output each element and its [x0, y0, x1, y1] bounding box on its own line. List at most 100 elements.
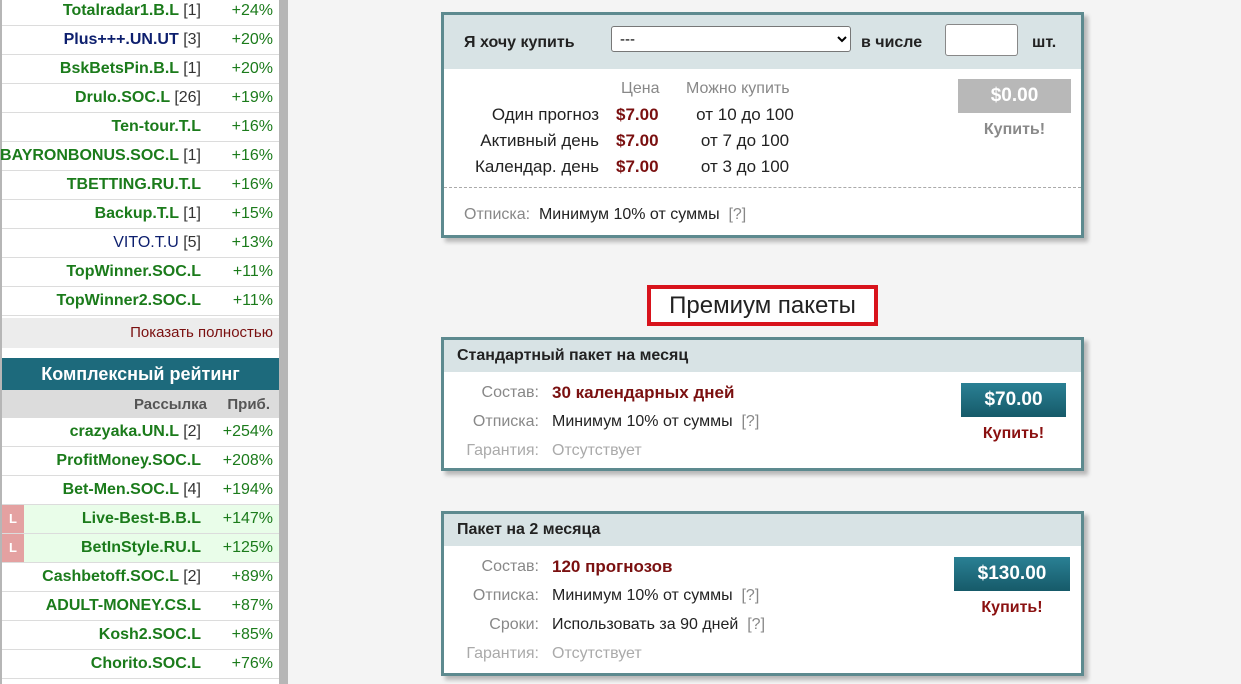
- unsubscribe-value: Минимум 10% от суммы [?]: [552, 587, 759, 605]
- rating-row[interactable]: ProfitMoney.SOC.L +208%: [2, 447, 279, 476]
- rating-row[interactable]: Backup.T.L [1] +15%: [2, 200, 279, 229]
- mailing-name-link[interactable]: Totalradar1.B.L [1]: [63, 2, 201, 20]
- total-amount-button[interactable]: $0.00: [958, 79, 1071, 113]
- terms-label: Сроки:: [489, 616, 539, 633]
- composition-value: 30 календарных дней: [552, 383, 735, 402]
- profit-value: +76%: [231, 655, 273, 672]
- rating-row[interactable]: Chorito.SOC.L +76%: [2, 650, 279, 679]
- mailing-name-link[interactable]: Cashbetoff.SOC.L [2]: [42, 568, 201, 586]
- premium-packages-title: Премиум пакеты: [647, 285, 878, 326]
- mailing-name: Chorito.SOC.L: [90, 655, 201, 672]
- quantity-label: в числе: [861, 34, 923, 51]
- price-row-label: Календар. день: [474, 157, 599, 176]
- mailing-name-link[interactable]: TBETTING.RU.T.L: [67, 176, 201, 194]
- mailing-name-link[interactable]: ADULT-MONEY.CS.L: [46, 597, 201, 615]
- show-full-link[interactable]: Показать полностью: [2, 318, 279, 348]
- mailing-name-link[interactable]: ProfitMoney.SOC.L: [56, 452, 201, 470]
- mailing-name: TopWinner2.SOC.L: [56, 292, 201, 309]
- pcs-label: шт.: [1032, 34, 1057, 51]
- price-row-label: Один прогноз: [491, 105, 599, 124]
- mailing-count: [1]: [183, 2, 201, 19]
- rating-row[interactable]: crazyaka.UN.L [2] +254%: [2, 418, 279, 447]
- live-badge: L: [2, 534, 24, 562]
- mailing-name: Live-Best-B.B.L: [81, 510, 201, 527]
- rating-row[interactable]: Totalradar1.B.L [1] +24%: [2, 0, 279, 26]
- profit-value: +16%: [231, 147, 273, 164]
- guarantee-label: Гарантия:: [466, 442, 539, 459]
- unsubscribe-text: Минимум 10% от суммы: [552, 413, 733, 430]
- buy-button-disabled[interactable]: Купить!: [958, 121, 1071, 139]
- package-card-month: Стандартный пакет на месяц Состав: 30 ка…: [441, 337, 1084, 471]
- buy-package-button[interactable]: Купить!: [961, 425, 1066, 443]
- complex-rating-columns: Рассылка Приб.: [2, 390, 279, 418]
- mailing-name-link[interactable]: BskBetsPin.B.L [1]: [60, 60, 201, 78]
- mailing-name-link[interactable]: BAYRONBONUS.SOC.L [1]: [0, 147, 201, 165]
- help-link[interactable]: [?]: [741, 587, 759, 604]
- guarantee-value: Отсутствует: [552, 645, 642, 662]
- help-link[interactable]: [?]: [728, 206, 746, 223]
- rating-row[interactable]: Plus+++.UN.UT [3] +20%: [2, 26, 279, 55]
- buy-package-button[interactable]: Купить!: [954, 599, 1070, 617]
- mailing-count: [1]: [183, 147, 201, 164]
- mailing-name-link[interactable]: Backup.T.L [1]: [95, 205, 201, 223]
- price-row-price: $7.00: [616, 105, 659, 124]
- mailing-name-link[interactable]: Drulo.SOC.L [26]: [75, 89, 201, 107]
- mailing-count: [3]: [183, 31, 201, 48]
- rating-row[interactable]: Bet-Men.SOC.L [4] +194%: [2, 476, 279, 505]
- rating-row[interactable]: VITO.T.U [5] +13%: [2, 229, 279, 258]
- product-select[interactable]: ---: [611, 26, 851, 52]
- price-row-range: от 7 до 100: [700, 131, 790, 150]
- price-row-label: Активный день: [480, 131, 599, 150]
- buy-forecasts-card: Я хочу купить --- в числе шт. Цена Можно…: [441, 12, 1084, 238]
- profit-value: +16%: [231, 176, 273, 193]
- rating-row[interactable]: TBETTING.RU.T.L +16%: [2, 171, 279, 200]
- rating-row[interactable]: TopWinner2.SOC.L +11%: [2, 287, 279, 316]
- mailing-name: Drulo.SOC.L: [75, 89, 170, 106]
- mailing-name: ADULT-MONEY.CS.L: [45, 597, 201, 614]
- package-price-button[interactable]: $130.00: [954, 557, 1070, 591]
- rating-row[interactable]: L BetInStyle.RU.L +125%: [2, 534, 279, 563]
- mailing-name: TBETTING.RU.T.L: [66, 176, 201, 193]
- mailing-count: [2]: [183, 568, 201, 585]
- mailing-name-link[interactable]: Bet-Men.SOC.L [4]: [63, 481, 201, 499]
- mailing-name-link[interactable]: Chorito.SOC.L: [91, 655, 201, 673]
- mailing-name-link[interactable]: Live-Best-B.B.L: [82, 510, 201, 528]
- mailing-name: Bet-Men.SOC.L: [62, 481, 179, 498]
- mailing-name-link[interactable]: Ten-tour.T.L: [112, 118, 201, 136]
- profit-value: +16%: [231, 118, 273, 135]
- mailing-name-link[interactable]: Kosh2.SOC.L: [99, 626, 201, 644]
- profit-value: +87%: [231, 597, 273, 614]
- mailing-name-link[interactable]: Plus+++.UN.UT [3]: [64, 31, 201, 49]
- rating-row[interactable]: BAYRONBONUS.SOC.L [1] +16%: [0, 142, 279, 171]
- profit-value: +85%: [231, 626, 273, 643]
- rating-row[interactable]: ADULT-MONEY.CS.L +87%: [2, 592, 279, 621]
- mailing-name-link[interactable]: TopWinner.SOC.L: [66, 263, 201, 281]
- help-link[interactable]: [?]: [741, 413, 759, 430]
- unsubscribe-label: Отписка:: [464, 206, 531, 223]
- mailing-name: ProfitMoney.SOC.L: [56, 452, 201, 469]
- rating-row[interactable]: Drulo.SOC.L [26] +19%: [2, 84, 279, 113]
- quantity-input[interactable]: [945, 24, 1018, 56]
- profit-value: +20%: [231, 60, 273, 77]
- mailing-name-link[interactable]: BetInStyle.RU.L: [81, 539, 201, 557]
- mailing-name-link[interactable]: TopWinner2.SOC.L: [57, 292, 201, 310]
- rating-row[interactable]: Ten-tour.T.L +16%: [2, 113, 279, 142]
- rating-row[interactable]: Cashbetoff.SOC.L [2] +89%: [2, 563, 279, 592]
- mailing-name: Cashbetoff.SOC.L: [42, 568, 179, 585]
- mailing-name-link[interactable]: VITO.T.U [5]: [113, 234, 201, 252]
- column-profit: Приб.: [227, 396, 270, 413]
- unsubscribe-value: Минимум 10% от суммы: [538, 206, 720, 223]
- rating-row[interactable]: TopWinner.SOC.L +11%: [2, 258, 279, 287]
- unsubscribe-info: Отписка: Минимум 10% от суммы [?]: [464, 206, 746, 224]
- rating-row[interactable]: Kosh2.SOC.L +85%: [2, 621, 279, 650]
- package-price-button[interactable]: $70.00: [961, 383, 1066, 417]
- rating-row[interactable]: BskBetsPin.B.L [1] +20%: [2, 55, 279, 84]
- guarantee-value: Отсутствует: [552, 442, 642, 459]
- complex-rating-header: Комплексный рейтинг: [2, 358, 279, 390]
- mailing-name: Plus+++.UN.UT: [63, 31, 179, 48]
- terms-value: Использовать за 90 дней [?]: [552, 616, 765, 634]
- profit-value: +13%: [231, 234, 273, 251]
- mailing-name-link[interactable]: crazyaka.UN.L [2]: [70, 423, 201, 441]
- rating-row[interactable]: L Live-Best-B.B.L +147%: [2, 505, 279, 534]
- help-link[interactable]: [?]: [747, 616, 765, 633]
